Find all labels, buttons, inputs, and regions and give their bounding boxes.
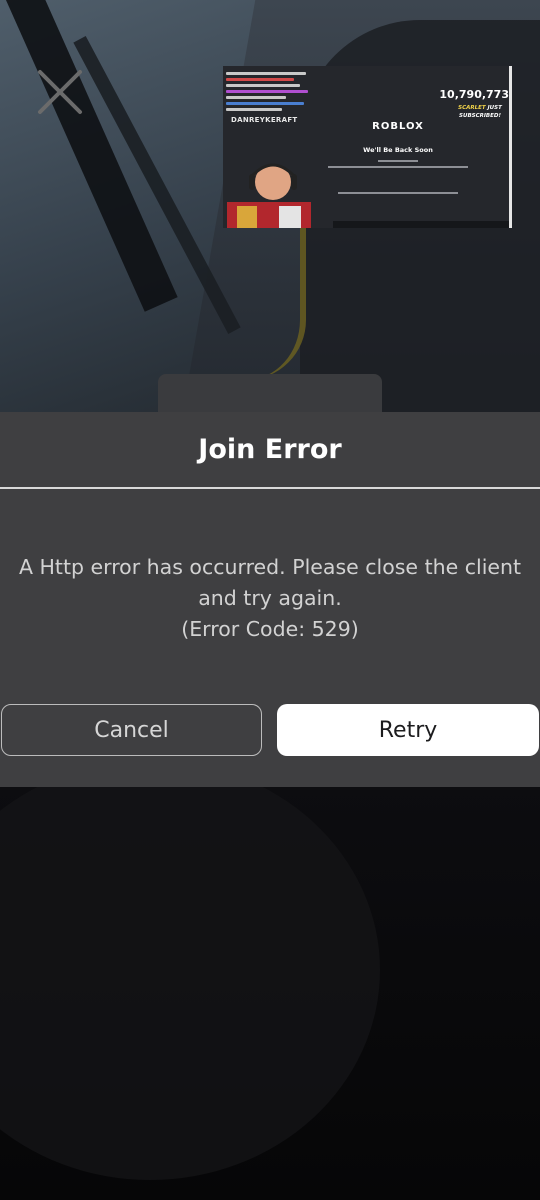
notice-text-line [328, 166, 468, 168]
streamer-image [227, 163, 311, 228]
taskbar [333, 221, 512, 228]
retry-button[interactable]: Retry [277, 704, 539, 756]
subscriber-count: 10,790,773 [439, 88, 509, 101]
join-error-dialog: Join Error A Http error has occurred. Pl… [0, 412, 540, 787]
error-code: (Error Code: 529) [181, 617, 359, 641]
notice-text-line [378, 160, 418, 162]
cancel-button[interactable]: Cancel [1, 704, 262, 756]
error-message-line: A Http error has occurred. Please close … [18, 555, 522, 579]
error-message-line: and try again. [198, 586, 342, 610]
close-icon [38, 70, 82, 114]
thumbnail-edge [509, 66, 512, 228]
channel-name: DANREYKERAFT [231, 116, 298, 124]
subscriber-alert: SCARLET JUST SUBSCRIBED! [454, 104, 506, 120]
subscriber-name: SCARLET [458, 105, 486, 111]
dialog-title: Join Error [198, 434, 342, 465]
background-accent [220, 220, 306, 380]
close-button[interactable] [34, 66, 86, 118]
notice-title: We'll Be Back Soon [363, 146, 433, 154]
notice-text-line [338, 192, 458, 194]
video-thumbnail[interactable]: DANREYKERAFT ROBLOX We'll Be Back Soon 1… [223, 66, 512, 228]
roblox-logo: ROBLOX [372, 121, 424, 132]
error-message: A Http error has occurred. Please close … [10, 552, 530, 645]
divider [0, 487, 540, 489]
stream-chat [226, 72, 314, 114]
